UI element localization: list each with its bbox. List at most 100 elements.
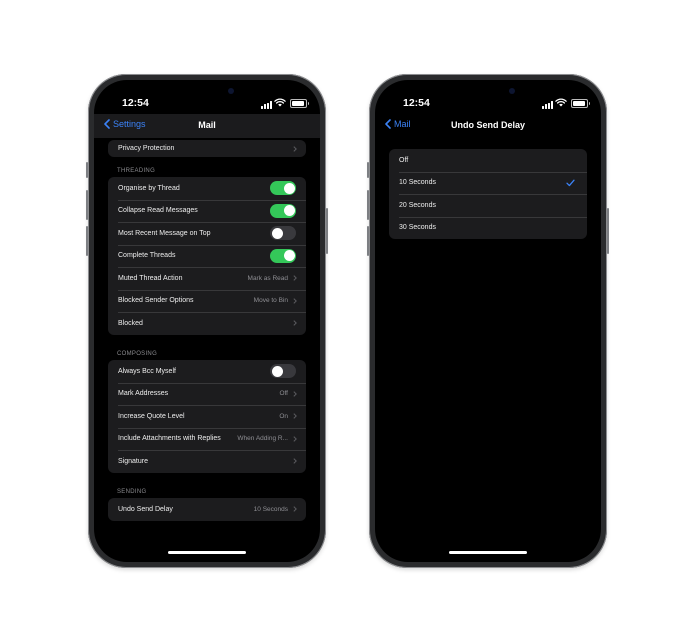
row-blocked-sender-options[interactable]: Blocked Sender Options Move to Bin — [108, 289, 306, 313]
navigation-bar: Settings Mail — [94, 114, 320, 138]
battery-icon — [571, 99, 590, 108]
row-label: Undo Send Delay — [118, 505, 173, 513]
phone-power-button — [326, 208, 328, 254]
row-value: 10 Seconds — [253, 505, 288, 513]
page-title: Undo Send Delay — [450, 120, 525, 130]
cellular-signal-icon — [542, 101, 553, 109]
chevron-right-icon — [293, 435, 297, 442]
phone-undo-send-delay: 12:54 Mail Undo Send Delay Off 10 Second… — [367, 74, 609, 568]
navigation-bar: Mail Undo Send Delay — [375, 114, 601, 138]
row-collapse-read-messages: Collapse Read Messages — [108, 199, 306, 223]
row-value: Off — [279, 390, 288, 398]
camera — [228, 88, 234, 94]
row-include-attachments[interactable]: Include Attachments with Replies When Ad… — [108, 427, 306, 451]
row-label: Signature — [118, 457, 148, 465]
row-label: Blocked — [118, 319, 143, 327]
notch — [154, 80, 260, 102]
group-delay-options: Off 10 Seconds 20 Seconds 30 Seconds — [389, 149, 587, 239]
chevron-right-icon — [293, 275, 297, 282]
wifi-icon — [555, 98, 567, 107]
group-composing: Always Bcc Myself Mark Addresses Off Inc… — [108, 360, 306, 473]
page-title: Mail — [198, 120, 216, 130]
home-indicator[interactable] — [449, 551, 527, 554]
phone-power-button — [607, 208, 609, 254]
row-value: Mark as Read — [247, 274, 288, 282]
toggle-knob — [271, 227, 283, 239]
row-label: Blocked Sender Options — [118, 297, 194, 305]
notch — [435, 80, 541, 102]
option-label: 30 Seconds — [399, 224, 436, 232]
row-always-bcc-myself: Always Bcc Myself — [108, 360, 306, 383]
option-off[interactable]: Off — [389, 149, 587, 172]
toggle-knob — [271, 365, 283, 377]
row-privacy-protection[interactable]: Privacy Protection — [108, 140, 306, 157]
wifi-icon — [274, 98, 286, 107]
screen-mail-settings: 12:54 Settings Mail Privacy Protection T… — [94, 80, 320, 562]
row-value: When Adding R... — [237, 435, 288, 443]
toggle-knob — [283, 182, 295, 194]
row-label: Include Attachments with Replies — [118, 435, 221, 443]
settings-list: Privacy Protection THREADING Organise by… — [94, 138, 320, 562]
phone-volume-up — [367, 190, 369, 220]
phone-volume-down — [367, 226, 369, 256]
camera — [509, 88, 515, 94]
toggle-most-recent-on-top[interactable] — [270, 226, 296, 241]
row-complete-threads: Complete Threads — [108, 244, 306, 268]
option-30-seconds[interactable]: 30 Seconds — [389, 216, 587, 240]
delay-options-list: Off 10 Seconds 20 Seconds 30 Seconds — [375, 138, 601, 562]
row-increase-quote-level[interactable]: Increase Quote Level On — [108, 405, 306, 428]
chevron-right-icon — [293, 506, 297, 513]
row-blocked[interactable]: Blocked — [108, 312, 306, 335]
option-20-seconds[interactable]: 20 Seconds — [389, 194, 587, 217]
row-label: Increase Quote Level — [118, 412, 185, 420]
row-label: Always Bcc Myself — [118, 367, 176, 375]
row-label: Complete Threads — [118, 252, 176, 260]
status-time: 12:54 — [403, 97, 430, 109]
cellular-signal-icon — [261, 101, 272, 109]
toggle-collapse-read-messages[interactable] — [270, 203, 296, 218]
group-privacy: Privacy Protection — [108, 140, 306, 157]
group-threading: Organise by Thread Collapse Read Message… — [108, 177, 306, 335]
row-label: Mark Addresses — [118, 390, 169, 398]
row-label: Privacy Protection — [118, 145, 175, 152]
toggle-knob — [283, 250, 295, 262]
toggle-complete-threads[interactable] — [270, 248, 296, 263]
option-label: 10 Seconds — [399, 179, 436, 187]
phone-mute-switch — [86, 162, 88, 178]
option-label: Off — [399, 156, 409, 164]
section-header-sending: SENDING — [117, 489, 147, 495]
chevron-right-icon — [293, 458, 297, 465]
row-label: Most Recent Message on Top — [118, 229, 211, 237]
phone-volume-up — [86, 190, 88, 220]
toggle-always-bcc-myself[interactable] — [270, 364, 296, 379]
toggle-organise-by-thread[interactable] — [270, 181, 296, 196]
option-10-seconds[interactable]: 10 Seconds — [389, 171, 587, 195]
home-indicator[interactable] — [168, 551, 246, 554]
phone-volume-down — [86, 226, 88, 256]
chevron-right-icon — [293, 320, 297, 327]
row-most-recent-on-top: Most Recent Message on Top — [108, 222, 306, 245]
row-label: Muted Thread Action — [118, 274, 183, 282]
toggle-knob — [283, 205, 295, 217]
section-header-composing: COMPOSING — [117, 351, 158, 357]
chevron-right-icon — [293, 390, 297, 397]
row-label: Collapse Read Messages — [118, 207, 198, 215]
phone-mail-settings: 12:54 Settings Mail Privacy Protection T… — [86, 74, 328, 568]
row-signature[interactable]: Signature — [108, 450, 306, 473]
phone-mute-switch — [367, 162, 369, 178]
option-label: 20 Seconds — [399, 201, 436, 209]
row-value: Move to Bin — [253, 297, 288, 305]
battery-icon — [290, 99, 309, 108]
row-label: Organise by Thread — [118, 184, 180, 192]
row-value: On — [279, 412, 288, 420]
row-mark-addresses[interactable]: Mark Addresses Off — [108, 382, 306, 406]
row-muted-thread-action[interactable]: Muted Thread Action Mark as Read — [108, 267, 306, 290]
screen-undo-send-delay: 12:54 Mail Undo Send Delay Off 10 Second… — [375, 80, 601, 562]
chevron-right-icon — [293, 297, 297, 304]
chevron-right-icon — [293, 145, 297, 152]
row-organise-by-thread: Organise by Thread — [108, 177, 306, 200]
row-undo-send-delay[interactable]: Undo Send Delay 10 Seconds — [108, 498, 306, 521]
section-header-threading: THREADING — [117, 168, 156, 174]
checkmark-icon — [566, 179, 575, 186]
group-sending: Undo Send Delay 10 Seconds — [108, 498, 306, 521]
